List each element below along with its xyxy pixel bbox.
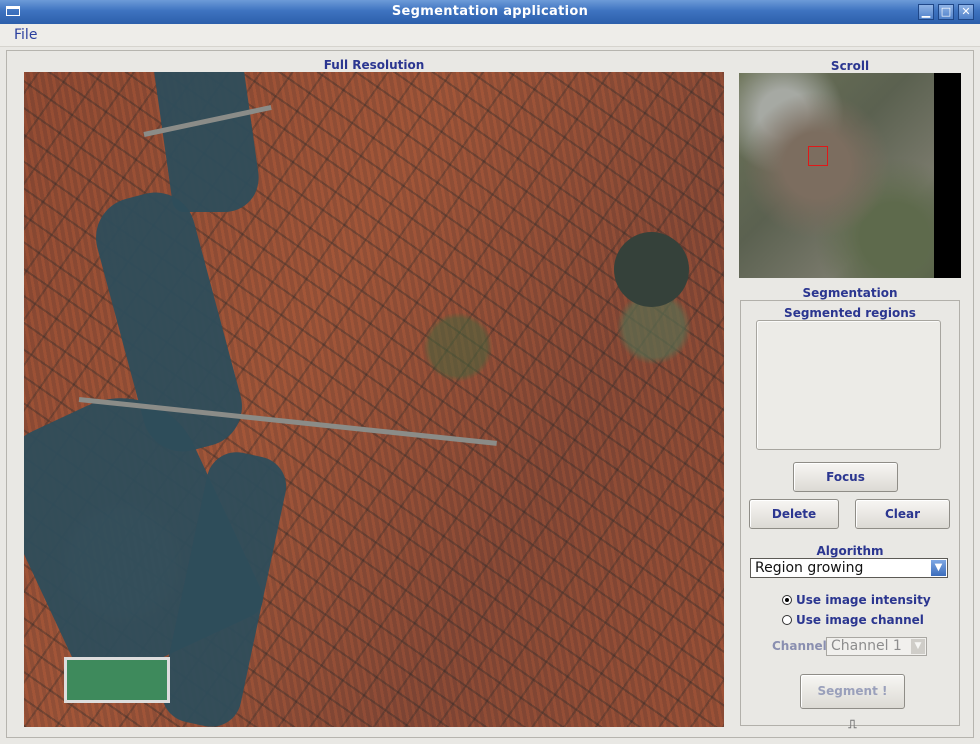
radio-image-channel[interactable]: Use image channel xyxy=(782,613,924,627)
focus-button[interactable]: Focus xyxy=(793,462,898,492)
maximize-button[interactable]: □ xyxy=(938,4,954,20)
algorithm-select-value: Region growing xyxy=(755,560,864,576)
scroll-overview-image[interactable] xyxy=(739,73,961,278)
step-function-icon: ⎍ xyxy=(848,717,857,731)
full-resolution-label: Full Resolution xyxy=(323,58,425,72)
radio-unchecked-icon[interactable] xyxy=(782,615,792,625)
channel-select-value: Channel 1 xyxy=(831,638,902,654)
algorithm-label: Algorithm xyxy=(816,544,884,558)
segmented-regions-list[interactable] xyxy=(756,320,941,450)
river-segment xyxy=(154,72,264,212)
segment-button: Segment ! ⎍ xyxy=(800,674,905,731)
radio-image-channel-label: Use image channel xyxy=(796,613,924,627)
channel-select: Channel 1 ▼ xyxy=(826,637,927,656)
minimize-button[interactable]: ▁ xyxy=(918,4,934,20)
radio-checked-icon[interactable] xyxy=(782,595,792,605)
sports-field xyxy=(64,657,170,703)
algorithm-select[interactable]: Region growing ▼ xyxy=(750,558,948,578)
radio-image-intensity-label: Use image intensity xyxy=(796,593,931,607)
clear-button[interactable]: Clear xyxy=(855,499,950,529)
menu-bar: File xyxy=(0,24,980,47)
segmentation-label: Segmentation xyxy=(802,286,898,300)
full-resolution-image[interactable] xyxy=(24,72,724,727)
roundabout xyxy=(614,232,689,307)
menu-file[interactable]: File xyxy=(14,27,37,43)
title-bar: Segmentation application ▁ □ ✕ xyxy=(0,0,980,25)
scroll-roi-rectangle[interactable] xyxy=(808,146,828,166)
chevron-down-icon: ▼ xyxy=(911,639,925,654)
focus-button-label: Focus xyxy=(826,470,865,484)
close-button[interactable]: ✕ xyxy=(958,4,974,20)
segmented-regions-label: Segmented regions xyxy=(784,306,916,320)
segment-button-label: Segment ! xyxy=(817,684,888,698)
scroll-label: Scroll xyxy=(830,59,870,73)
radio-image-intensity[interactable]: Use image intensity xyxy=(782,593,931,607)
clear-button-label: Clear xyxy=(884,507,921,521)
delete-button[interactable]: Delete xyxy=(749,499,839,529)
scroll-overview-padding xyxy=(934,73,961,278)
channel-label: Channel xyxy=(772,639,827,653)
window-title: Segmentation application xyxy=(391,4,589,19)
chevron-down-icon[interactable]: ▼ xyxy=(931,560,946,576)
delete-button-label: Delete xyxy=(771,507,817,521)
